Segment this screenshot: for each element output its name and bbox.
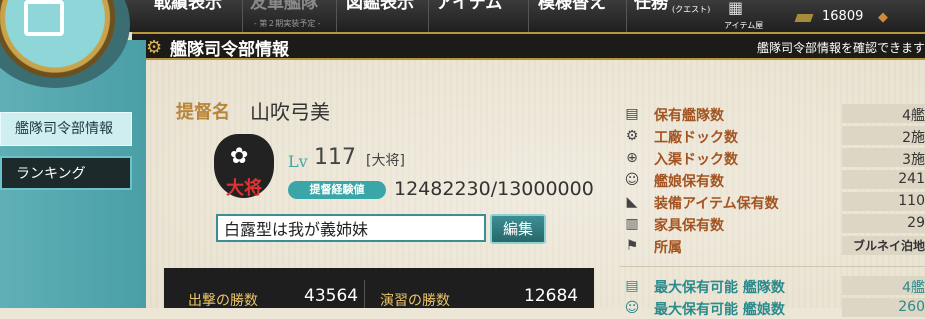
repair-icon: ⊕ bbox=[626, 150, 638, 166]
menu-separator bbox=[528, 0, 529, 32]
fleet-info-value: 4艦 bbox=[902, 108, 925, 124]
fleet-info-value: 260 bbox=[898, 299, 925, 315]
item-shop-icon: ▦ bbox=[728, 0, 744, 17]
level-label: Lv bbox=[288, 152, 308, 171]
admiral-name-label: 提督名 bbox=[176, 102, 230, 123]
page-hint: 艦隊司令部情報を確認できます bbox=[756, 41, 925, 55]
menu-label: 戦績表示 bbox=[154, 0, 222, 13]
menu-separator bbox=[336, 0, 337, 32]
flag-icon: ⚑ bbox=[625, 238, 639, 254]
bauxite-icon bbox=[794, 14, 814, 22]
furniture-icon: ▥ bbox=[625, 216, 639, 232]
fuel-icon: ◆ bbox=[878, 10, 888, 25]
menu-label: 任務 bbox=[634, 0, 668, 13]
admiral-name: 山吹弓美 bbox=[250, 100, 330, 124]
comment-input[interactable] bbox=[216, 214, 486, 242]
menu-label: アイテム bbox=[436, 0, 503, 13]
divider bbox=[620, 266, 925, 267]
fleet-info-label: 艦娘保有数 bbox=[654, 174, 724, 190]
practice-wins-value: 12684 bbox=[524, 286, 579, 306]
item-shop-button[interactable]: ▦ アイテム屋 bbox=[722, 0, 768, 32]
top-menu-bar: 戦績表示 友軍艦隊 - 第２期実装予定 - 図鑑表示 アイテム 模様替え 任務 … bbox=[0, 0, 925, 32]
stat-divider bbox=[364, 280, 365, 308]
rank-name: [大将] bbox=[366, 153, 405, 169]
item-shop-label: アイテム屋 bbox=[724, 21, 764, 30]
ship-icon: ▤ bbox=[625, 278, 639, 294]
exp-badge: 提督経験値 bbox=[288, 181, 386, 199]
fleet-info-label: 最大保有可能 艦娘数 bbox=[654, 302, 785, 318]
fleet-info-value: 3施 bbox=[902, 152, 925, 168]
fleet-info-value: 29 bbox=[907, 215, 925, 231]
exp-value: 12482230/13000000 bbox=[394, 178, 594, 200]
gear-icon: ⚙ bbox=[146, 37, 163, 58]
fleet-info-value: ブルネイ泊地 bbox=[852, 239, 925, 253]
menu-sublabel: - 第２期実装予定 - bbox=[254, 19, 321, 28]
fleet-info-value: 110 bbox=[898, 193, 925, 209]
section-title-bar: ⚙ 艦隊司令部情報 艦隊司令部情報を確認できます bbox=[132, 32, 925, 60]
fleet-info-value: 2施 bbox=[902, 130, 925, 146]
sidebar-item-ranking[interactable]: ランキング bbox=[0, 156, 132, 190]
fleet-info-value: 241 bbox=[898, 171, 925, 187]
page-title: 艦隊司令部情報 bbox=[170, 40, 289, 60]
sortie-wins-label: 出撃の勝数 bbox=[188, 293, 258, 309]
menu-sublabel: (クエスト) bbox=[672, 5, 711, 14]
battle-stats-panel: 出撃の勝数 43564 演習の勝数 12684 bbox=[164, 268, 594, 309]
ship-icon: ▤ bbox=[625, 106, 639, 122]
girl-icon: ☺ bbox=[624, 300, 640, 316]
level-value: 117 bbox=[314, 145, 356, 170]
sidebar-item-hq-info[interactable]: 艦隊司令部情報 bbox=[0, 112, 132, 146]
fleet-info-label: 工廠ドック数 bbox=[654, 130, 738, 146]
rank-badge: ✿ 大将 bbox=[208, 134, 280, 206]
resource-count: 16809 bbox=[822, 9, 864, 24]
fleet-info-label: 入渠ドック数 bbox=[654, 152, 738, 168]
sidebar-item-label: 艦隊司令部情報 bbox=[15, 121, 113, 137]
cherry-blossom-icon: ✿ bbox=[230, 144, 249, 169]
equipment-icon: ◣ bbox=[626, 194, 638, 210]
menu-label: 友軍艦隊 bbox=[250, 0, 318, 13]
edit-button[interactable]: 編集 bbox=[490, 214, 546, 244]
fleet-info-value: 4艦 bbox=[902, 280, 925, 296]
sidebar-item-label: ランキング bbox=[16, 166, 86, 182]
girl-icon: ☺ bbox=[624, 172, 640, 188]
menu-label: 図鑑表示 bbox=[346, 0, 414, 13]
fleet-info-label: 装備アイテム保有数 bbox=[654, 196, 779, 212]
menu-separator bbox=[428, 0, 429, 32]
practice-wins-label: 演習の勝数 bbox=[380, 293, 450, 309]
fleet-info-label: 家具保有数 bbox=[654, 218, 724, 234]
fleet-info-label: 保有艦隊数 bbox=[654, 108, 724, 124]
fleet-info-label: 所属 bbox=[654, 240, 682, 256]
gear-icon: ⚙ bbox=[625, 128, 639, 144]
menu-separator bbox=[626, 0, 627, 32]
emblem-mark bbox=[24, 0, 64, 36]
rank-badge-text: 大将 bbox=[226, 178, 262, 199]
menu-separator bbox=[242, 0, 243, 32]
menu-label: 模様替え bbox=[538, 0, 606, 13]
fleet-info-label: 最大保有可能 艦隊数 bbox=[654, 280, 785, 296]
sortie-wins-value: 43564 bbox=[304, 286, 359, 306]
